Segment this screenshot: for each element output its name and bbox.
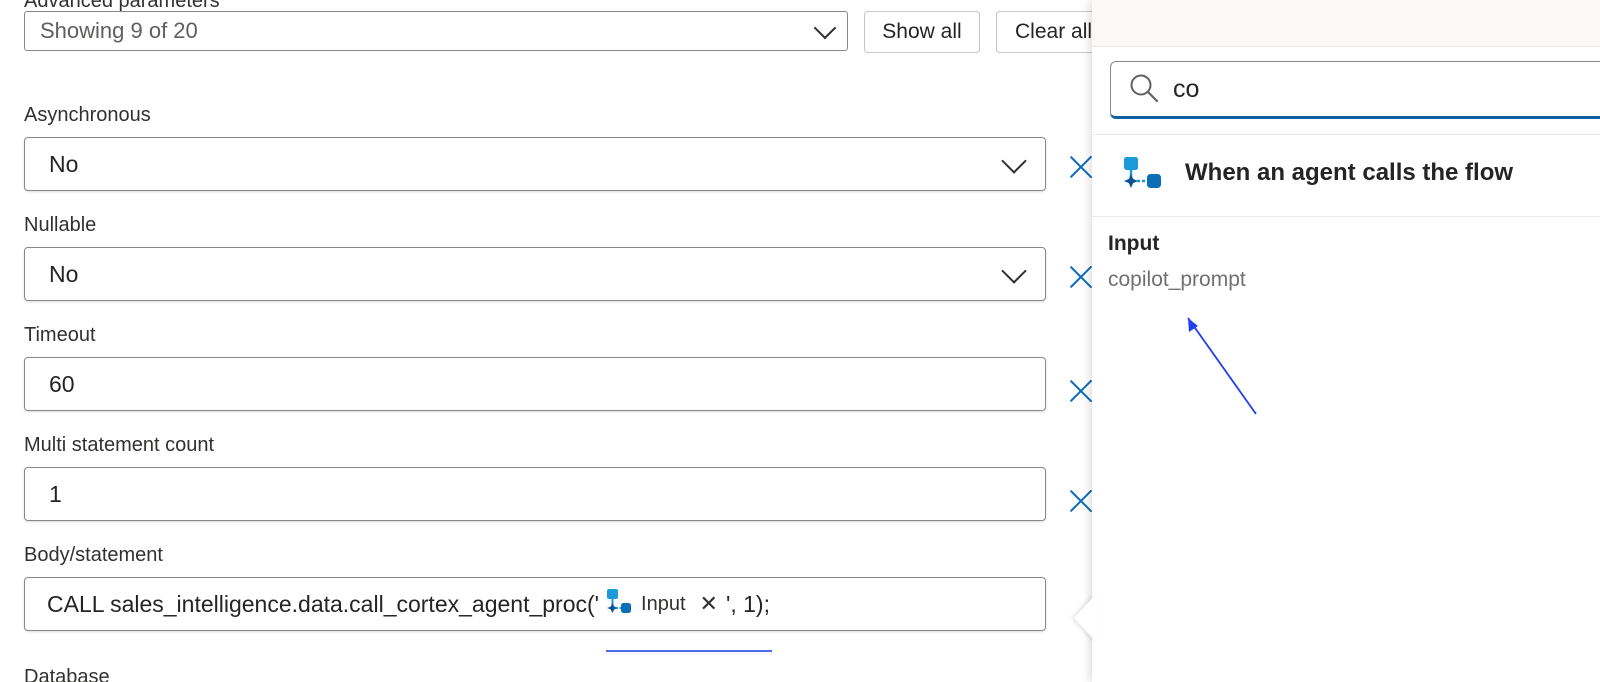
token-label: Input bbox=[641, 592, 686, 615]
body-statement-prefix: CALL sales_intelligence.data.call_cortex… bbox=[47, 590, 600, 617]
nullable-label: Nullable bbox=[24, 214, 97, 236]
advanced-parameters-dropdown[interactable]: Showing 9 of 20 bbox=[24, 11, 848, 51]
dynamic-content-token[interactable]: Input ✕ bbox=[601, 587, 718, 621]
dynamic-content-item-copilot-prompt[interactable]: copilot_prompt bbox=[1108, 268, 1246, 292]
nullable-dropdown[interactable]: No bbox=[24, 247, 1046, 301]
flow-editor-screen: Advanced parameters Showing 9 of 20 Show… bbox=[0, 0, 1600, 682]
multi-statement-count-input[interactable]: 1 bbox=[24, 467, 1046, 521]
trigger-group-header[interactable]: When an agent calls the flow bbox=[1092, 135, 1600, 215]
action-parameters-form: Advanced parameters Showing 9 of 20 Show… bbox=[0, 0, 1116, 682]
asynchronous-value: No bbox=[49, 150, 79, 177]
search-value: co bbox=[1173, 74, 1200, 103]
multi-statement-count-label: Multi statement count bbox=[24, 434, 215, 456]
agent-flow-icon bbox=[1124, 157, 1161, 188]
annotation-arrow bbox=[1187, 317, 1257, 415]
body-statement-label: Body/statement bbox=[24, 544, 163, 566]
remove-nullable-close-icon[interactable] bbox=[1068, 264, 1094, 290]
token-remove-close-icon[interactable]: ✕ bbox=[700, 591, 718, 617]
chevron-down-icon bbox=[813, 16, 837, 40]
chevron-down-icon bbox=[1001, 258, 1027, 284]
dynamic-content-panel: co When an agent calls the flow Input co… bbox=[1092, 0, 1600, 682]
asynchronous-label: Asynchronous bbox=[24, 104, 151, 126]
input-section-title: Input bbox=[1108, 232, 1160, 255]
trigger-title: When an agent calls the flow bbox=[1185, 159, 1514, 186]
divider bbox=[1092, 216, 1600, 217]
agent-flow-icon bbox=[607, 589, 632, 613]
chevron-down-icon bbox=[1001, 148, 1027, 174]
remove-multi-statement-close-icon[interactable] bbox=[1068, 488, 1094, 514]
token-underline bbox=[606, 650, 772, 652]
nullable-value: No bbox=[49, 260, 79, 287]
timeout-input[interactable]: 60 bbox=[24, 357, 1046, 411]
body-statement-suffix: ', 1); bbox=[725, 590, 770, 617]
panel-header bbox=[1092, 0, 1600, 47]
advanced-parameters-value: Showing 9 of 20 bbox=[40, 18, 198, 43]
search-icon bbox=[1130, 74, 1159, 103]
asynchronous-dropdown[interactable]: No bbox=[24, 137, 1046, 191]
timeout-label: Timeout bbox=[24, 324, 96, 346]
database-label: Database bbox=[24, 666, 110, 682]
multi-statement-count-value: 1 bbox=[49, 480, 62, 507]
panel-pointer bbox=[1074, 594, 1096, 642]
show-all-button[interactable]: Show all bbox=[864, 11, 980, 53]
body-statement-input[interactable]: CALL sales_intelligence.data.call_cortex… bbox=[24, 577, 1046, 631]
timeout-value: 60 bbox=[49, 370, 75, 397]
remove-timeout-close-icon[interactable] bbox=[1068, 378, 1094, 404]
remove-asynchronous-close-icon[interactable] bbox=[1068, 154, 1094, 180]
dynamic-content-search-input[interactable]: co bbox=[1110, 61, 1600, 119]
